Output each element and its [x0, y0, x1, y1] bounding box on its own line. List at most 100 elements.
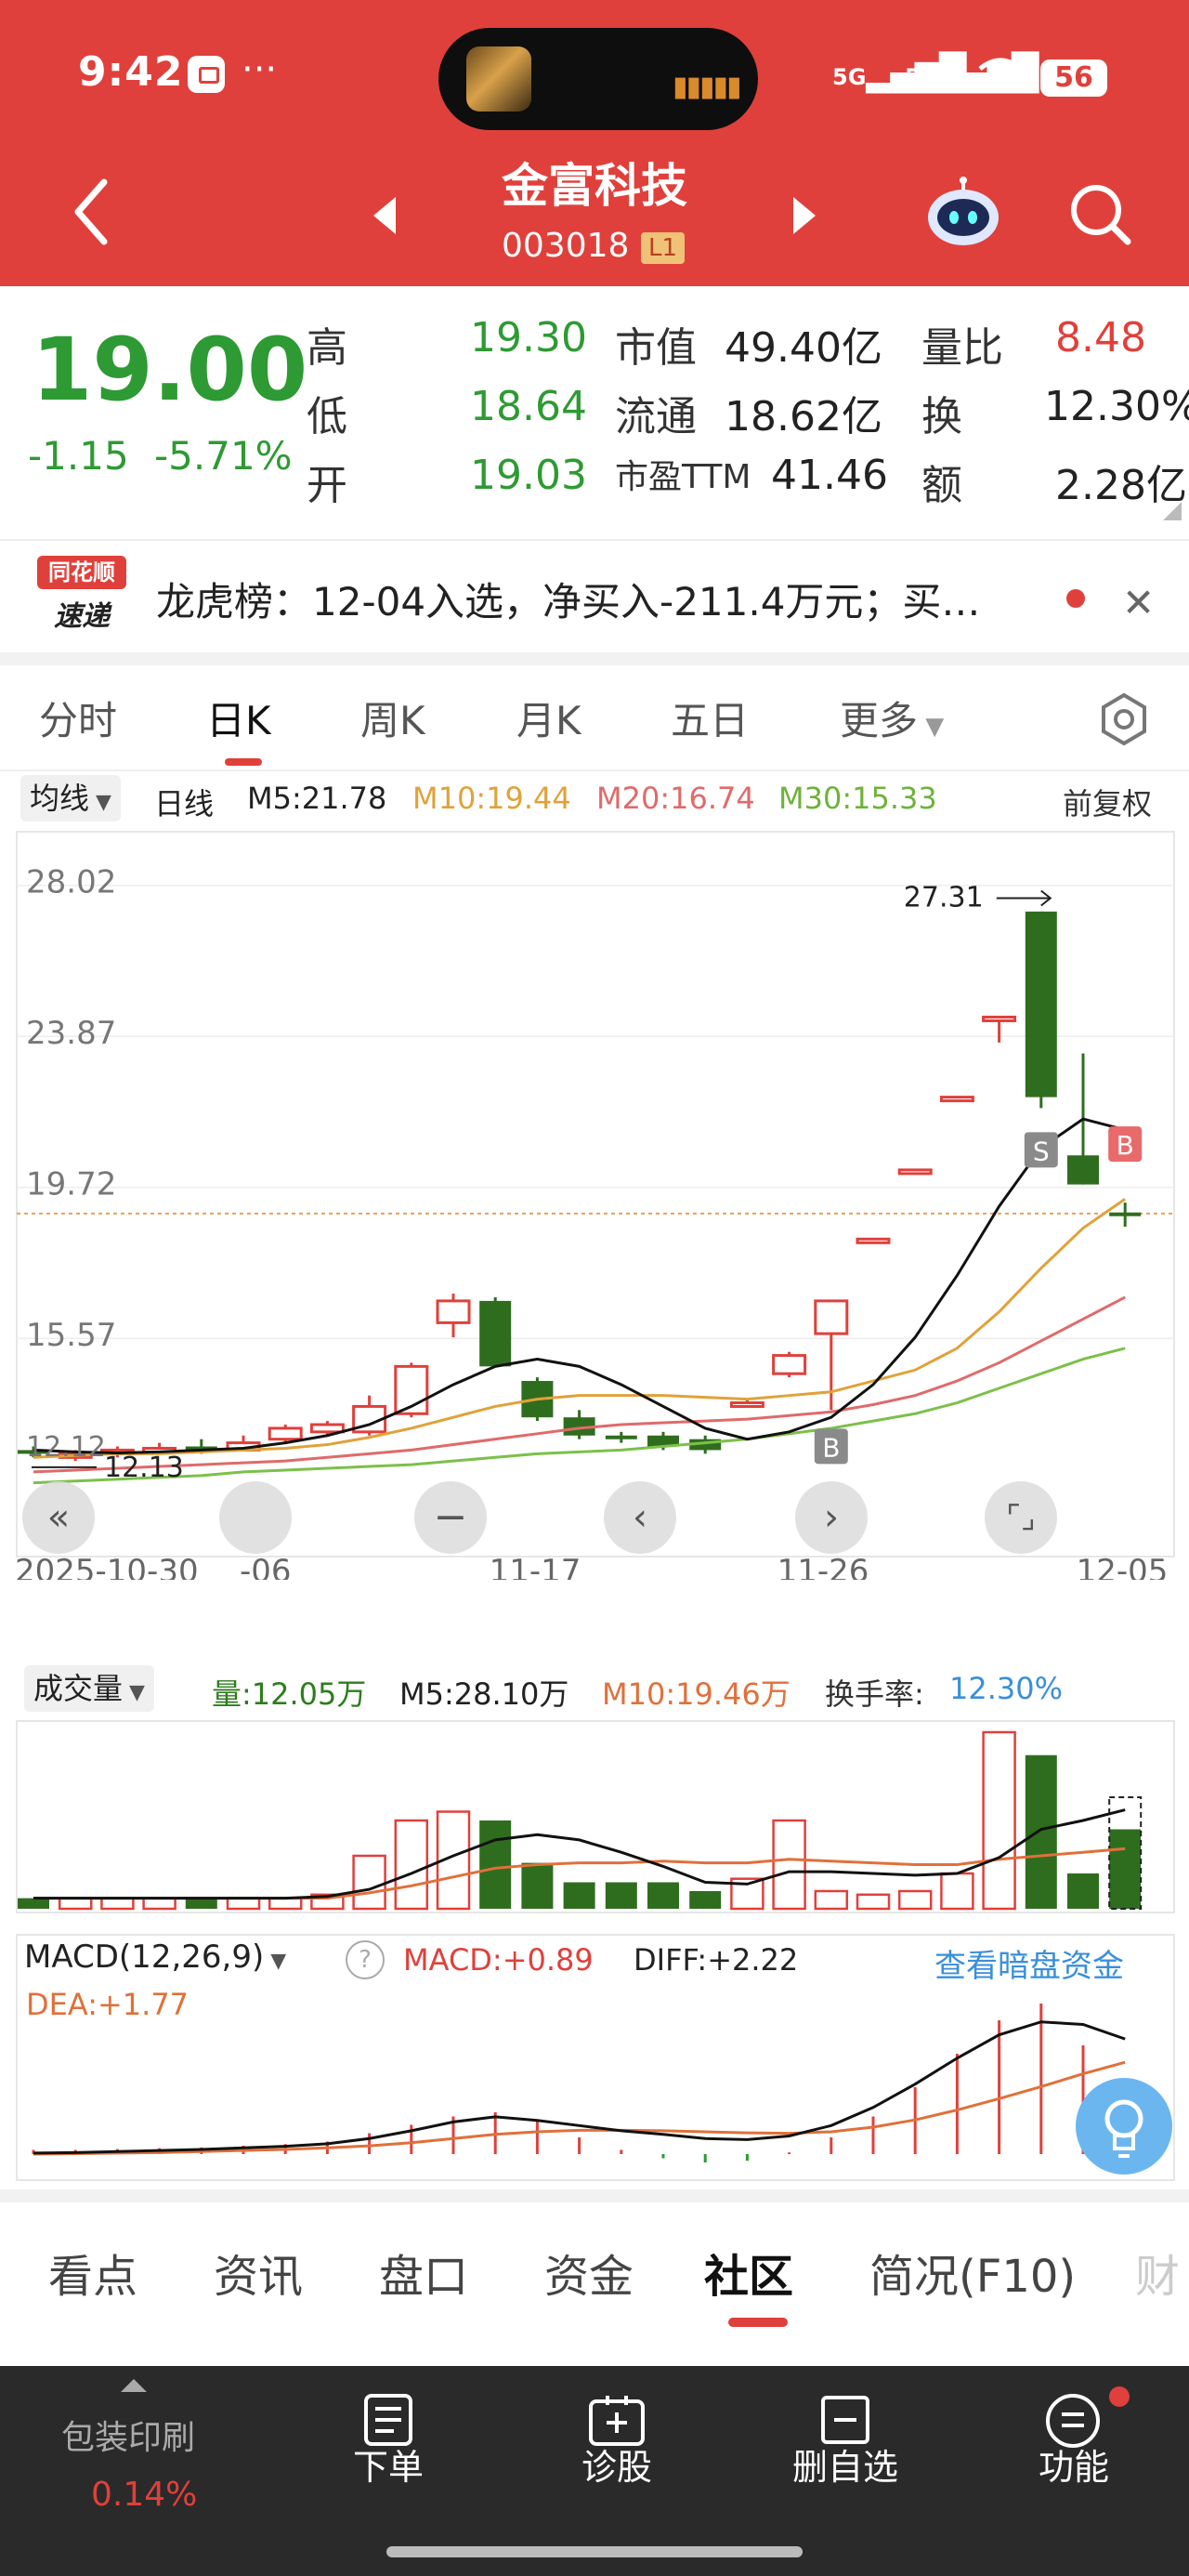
zoom-out-2-button[interactable]: [219, 1481, 292, 1554]
volume-bar: [1025, 1755, 1057, 1909]
scroll-left-button[interactable]: ‹: [604, 1481, 676, 1554]
ma-type-selector[interactable]: 均线 ▼: [20, 775, 121, 821]
dynamic-island[interactable]: ▮▮▮▮▮: [438, 28, 758, 130]
open-label: 开: [307, 462, 347, 509]
m20-label: M20:16.74: [596, 781, 755, 816]
volume-bar: [689, 1891, 722, 1909]
fullscreen-button[interactable]: ⌜⌟: [985, 1481, 1057, 1554]
volume-bar: [142, 1897, 176, 1911]
order-button[interactable]: 下单: [351, 2438, 425, 2490]
app-header: 9:42 ··· ▮▮▮▮▮ 5G▂▄▆█ 5G▂▄▆█ 56 金富科技 003…: [0, 0, 1189, 286]
search-icon[interactable]: [1068, 182, 1133, 247]
candle-body: [729, 1401, 764, 1409]
audio-wave-icon: ▮▮▮▮▮: [673, 71, 742, 103]
diagnose-button[interactable]: 诊股: [576, 2438, 658, 2490]
candle-body: [1067, 1155, 1099, 1185]
chevron-down-icon: ▼: [123, 1681, 145, 1704]
adjust-selector[interactable]: 前复权: [1063, 781, 1152, 823]
volume-selector[interactable]: 成交量 ▼: [24, 1665, 154, 1712]
m30-label: M30:15.33: [778, 781, 937, 816]
low-left-label: 12.12: [26, 1431, 106, 1464]
price-change-pct: -5.71%: [154, 433, 293, 479]
lightbulb-tip-button[interactable]: [1076, 2078, 1172, 2175]
volume-bar: [58, 1897, 93, 1911]
tab-more[interactable]: 更多 ▼: [840, 690, 944, 746]
mktcap-value: 49.40亿: [725, 324, 882, 372]
y-tick-label: 23.87: [26, 1015, 116, 1052]
amount-label: 额: [921, 462, 962, 509]
scroll-right-button[interactable]: ›: [795, 1481, 868, 1554]
volume-bar: [268, 1897, 303, 1911]
low-value: 18.64: [470, 383, 587, 430]
function-button[interactable]: 功能: [1035, 2438, 1113, 2490]
stock-code: 003018: [502, 227, 630, 265]
volume-bar: [18, 1898, 49, 1909]
volume-bar: [394, 1819, 429, 1911]
tab-five-day[interactable]: 五日: [671, 690, 749, 746]
level-badge: L1: [641, 232, 686, 264]
expand-corner-icon[interactable]: [1163, 502, 1182, 520]
kline-chart[interactable]: 28.02 23.87 19.72 15.57 B S B 27.31 12.1312.12 20…: [0, 827, 1189, 1580]
battery-icon: 56: [1040, 59, 1107, 97]
volume-bar: [940, 1872, 974, 1911]
volume-m5: M5:28.10万: [399, 1676, 569, 1712]
sector-name[interactable]: 包装印刷: [61, 2411, 195, 2459]
tab-f10[interactable]: 简况(F10): [869, 2240, 1076, 2305]
candle-body: [1025, 911, 1057, 1097]
high-value: 19.30: [470, 314, 587, 361]
tab-highlights[interactable]: 看点: [48, 2240, 137, 2305]
zoom-out-button[interactable]: «: [22, 1481, 95, 1554]
volume-bar: [1109, 1829, 1142, 1909]
settings-icon[interactable]: [1096, 691, 1152, 747]
volratio-label: 量比: [921, 324, 1003, 372]
pe-label: 市盈TTM: [615, 458, 751, 496]
signal-label: S: [1033, 1136, 1050, 1166]
minus-button[interactable]: −: [414, 1481, 487, 1554]
m5-label: M5:21.78: [247, 781, 387, 816]
sector-change: 0.14%: [91, 2476, 198, 2514]
news-ticker[interactable]: 同花顺 速递 龙虎榜：12-04入选，净买入-211.4万元；买… ✕: [0, 543, 1189, 651]
high-marker-label: 27.31: [904, 882, 984, 914]
tab-order-book[interactable]: 盘口: [379, 2240, 468, 2305]
tab-finance[interactable]: 财: [1135, 2240, 1180, 2305]
tab-monthly-k[interactable]: 月K: [516, 690, 581, 746]
news-text: 龙虎榜：12-04入选，净买入-211.4万元；买…: [156, 579, 981, 624]
low-label: 低: [307, 393, 347, 440]
y-tick-label: 28.02: [26, 864, 116, 901]
wifi-icon: [977, 56, 1024, 93]
tab-fenshi[interactable]: 分时: [39, 690, 117, 746]
candle-body: [436, 1299, 471, 1324]
pe-value: 41.46: [771, 452, 888, 499]
volume-bar: [856, 1893, 891, 1911]
turnover-rate-label: 换手率:: [825, 1676, 924, 1712]
volume-bar: [352, 1854, 386, 1911]
chevron-down-icon: ▼: [918, 713, 945, 741]
robot-assistant-icon[interactable]: [925, 177, 1001, 247]
tab-community[interactable]: 社区: [704, 2240, 793, 2305]
tab-weekly-k[interactable]: 周K: [360, 690, 425, 746]
volume-bar: [226, 1897, 261, 1911]
bottom-tab-indicator: [728, 2318, 788, 2327]
diff-line: [33, 2020, 1126, 2155]
unread-dot: [1066, 589, 1085, 608]
volume-bar: [100, 1897, 135, 1911]
close-icon[interactable]: ✕: [1122, 580, 1155, 625]
media-thumbnail-icon: [466, 46, 531, 112]
macd-chart: [16, 1934, 1175, 2181]
candle-body: [939, 1096, 974, 1103]
x-axis-label: -06: [240, 1553, 292, 1580]
remove-watchlist-button[interactable]: 删自选: [786, 2438, 905, 2490]
tab-news[interactable]: 资讯: [214, 2240, 303, 2305]
high-label: 高: [307, 324, 347, 372]
turnover-rate-value: 12.30%: [949, 1671, 1064, 1706]
sector-up-icon: [121, 2379, 147, 2392]
turnover-label: 换: [921, 393, 962, 440]
candle-body: [814, 1299, 849, 1335]
volume-bar: [1067, 1873, 1099, 1909]
ma20-line: [33, 1295, 1126, 1474]
tab-daily-k[interactable]: 日K: [206, 690, 271, 746]
next-stock-icon[interactable]: [791, 195, 819, 236]
tab-capital[interactable]: 资金: [544, 2240, 634, 2305]
stock-name: 金富科技: [502, 159, 687, 213]
chevron-down-icon: ▼: [89, 791, 111, 814]
